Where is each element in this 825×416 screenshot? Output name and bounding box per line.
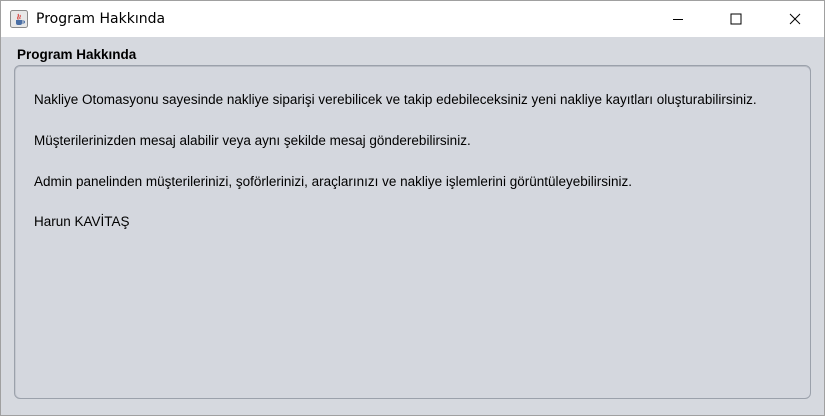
description-paragraph-3: Admin panelinden müşterilerinizi, şoförl…: [34, 174, 633, 189]
maximize-icon: [730, 13, 742, 25]
about-text-panel: Nakliye Otomasyonu sayesinde nakliye sip…: [14, 65, 811, 399]
close-icon: [789, 13, 801, 25]
about-window: Program Hakkında Program Hakkında Nakliy…: [0, 0, 825, 416]
minimize-icon: [673, 19, 683, 20]
maximize-button[interactable]: [713, 1, 759, 37]
title-bar[interactable]: Program Hakkında: [1, 1, 824, 37]
minimize-button[interactable]: [655, 1, 701, 37]
close-button[interactable]: [772, 1, 818, 37]
window-content: Program Hakkında Nakliye Otomasyonu saye…: [1, 37, 824, 415]
java-app-icon: [10, 10, 28, 28]
author-name: Harun KAVİTAŞ: [34, 214, 130, 229]
description-paragraph-2: Müşterilerinizden mesaj alabilir veya ay…: [34, 133, 471, 148]
section-title: Program Hakkında: [17, 47, 137, 62]
window-title: Program Hakkında: [36, 11, 166, 27]
description-paragraph-1: Nakliye Otomasyonu sayesinde nakliye sip…: [34, 92, 757, 107]
